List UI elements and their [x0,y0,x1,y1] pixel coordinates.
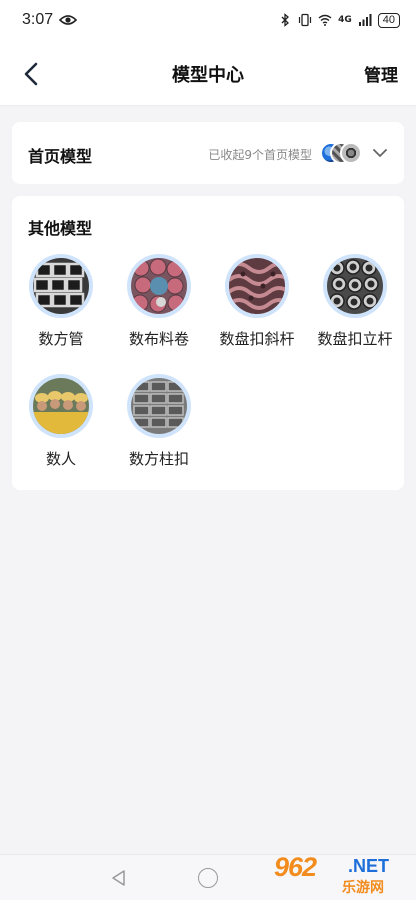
eye-icon [59,15,78,25]
model-label: 数盘扣立杆 [317,330,393,348]
system-navigation-bar: 962 .NET 乐游网 [0,852,416,900]
model-label: 数方管 [38,330,84,348]
manage-button[interactable]: 管理 [364,61,398,86]
system-home-icon[interactable] [198,868,218,888]
system-back-icon[interactable] [110,869,128,887]
wifi-icon [318,14,332,26]
home-model-avatar-stack [320,142,362,164]
signal-icon [358,14,372,26]
watermark-logo: 962 .NET 乐游网 [274,852,410,898]
model-label: 数方柱扣 [128,450,189,468]
model-avatar [323,254,387,318]
model-item-disc-buckle-diagonal[interactable]: 数盘扣斜杆 [208,254,306,349]
disc-buckle-pole-image [327,258,383,314]
network-type: 4G [338,15,352,25]
bluetooth-icon [281,13,290,27]
status-time: 3:07 [22,11,54,28]
model-avatar [127,254,191,318]
fabric-roll-image [131,258,187,314]
people-image [33,378,89,434]
other-models-card: 其他模型 数方管 数布料卷 数盘扣斜杆 数盘扣立杆 数人 数方柱扣 [12,196,404,490]
vibrate-icon [298,13,312,27]
battery-indicator: 40 [377,12,400,28]
model-avatar [29,254,93,318]
home-models-card[interactable]: 首页模型 已收起9个首页模型 [12,122,404,184]
model-item-fabric-roll[interactable]: 数布料卷 [110,254,208,349]
status-icons: 4G 40 [278,12,400,28]
square-column-clip-image [131,378,187,434]
watermark-subtitle: 乐游网 [342,880,384,896]
chevron-down-icon[interactable] [372,145,388,161]
collapsed-summary: 已收起9个首页模型 [208,148,312,162]
watermark-brand: 962 [274,852,317,882]
model-label: 数人 [45,450,76,468]
watermark-domain: .NET [348,856,390,876]
page-title: 模型中心 [172,65,244,86]
model-item-square-column-clip[interactable]: 数方柱扣 [110,374,208,469]
model-item-disc-buckle-pole[interactable]: 数盘扣立杆 [306,254,404,349]
avatar [340,142,362,164]
other-models-title: 其他模型 [28,219,93,238]
disc-buckle-diagonal-image [227,258,291,314]
home-models-title: 首页模型 [28,147,93,166]
square-tube-image [33,258,89,314]
model-label: 数盘扣斜杆 [219,330,295,348]
status-bar: 3:07 4G 40 [0,0,416,40]
model-label: 数布料卷 [128,330,189,348]
model-avatar [225,254,291,318]
model-item-square-tube[interactable]: 数方管 [12,254,110,349]
model-avatar [29,374,93,438]
model-item-people[interactable]: 数人 [12,374,110,469]
navigation-bar: 模型中心 管理 [0,40,416,106]
model-avatar [127,374,191,438]
